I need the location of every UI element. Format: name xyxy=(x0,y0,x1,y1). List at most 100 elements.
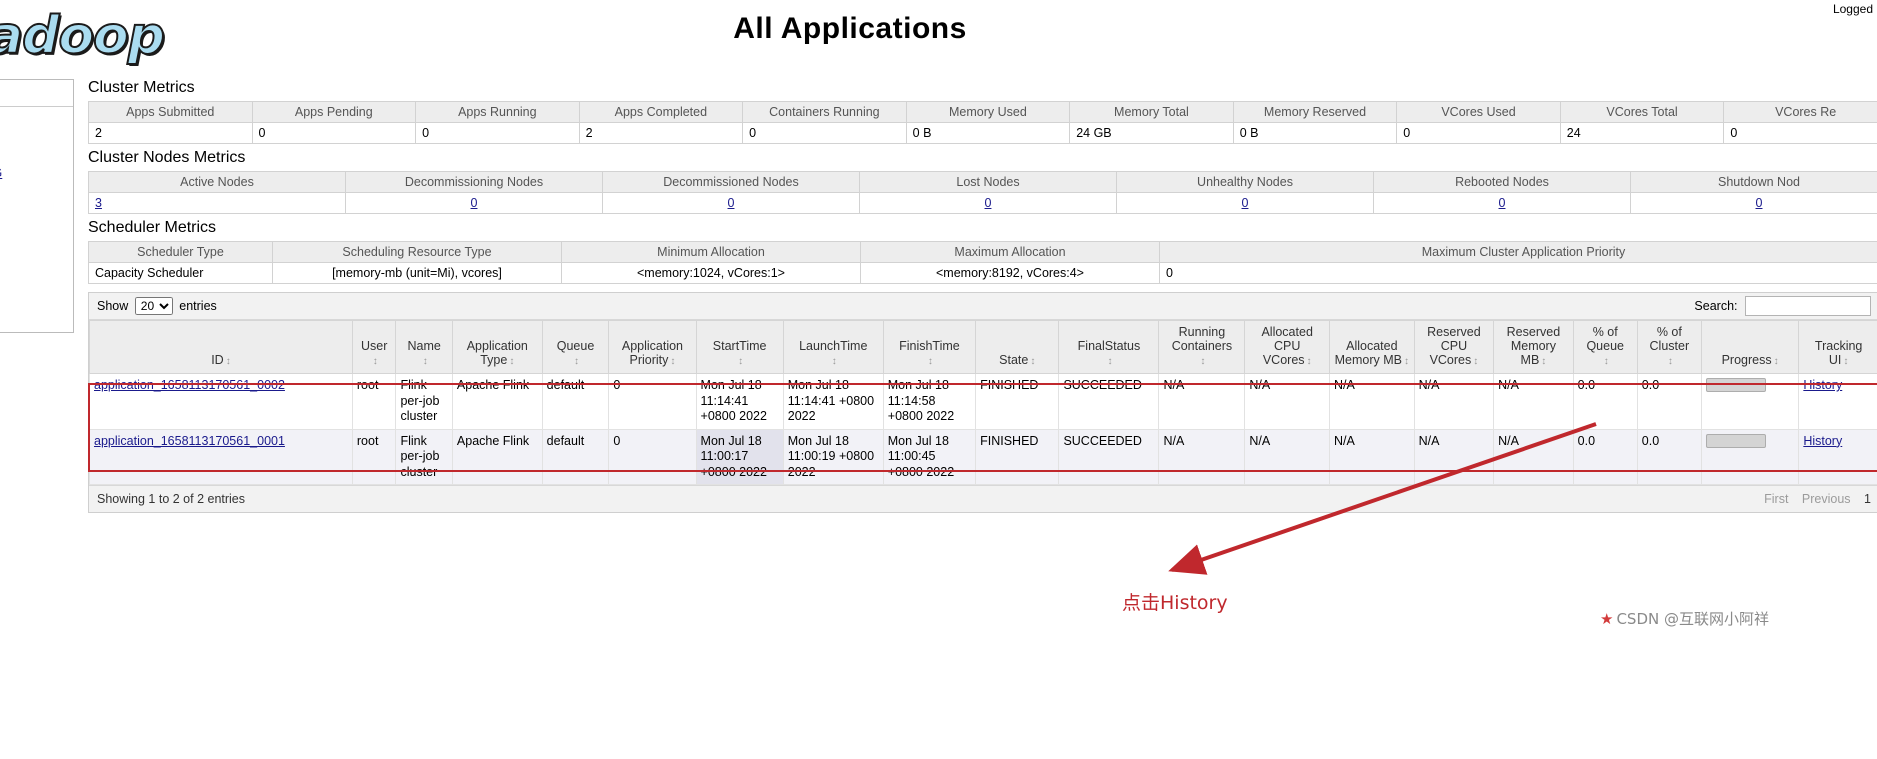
val-decommissioning-nodes[interactable]: 0 xyxy=(345,192,603,214)
pager-previous[interactable]: Previous xyxy=(1802,492,1851,506)
sort-icon[interactable]: ↕ xyxy=(670,356,675,367)
scheduler-metrics-heading: Scheduler Metrics xyxy=(88,219,217,236)
th-allocated-cpu-sub: CPU VCores xyxy=(1262,339,1305,367)
val-shutdown-nodes[interactable]: 0 xyxy=(1630,192,1877,214)
sidebar-item-running[interactable]: NING xyxy=(0,213,65,229)
sidebar-item-new-saving[interactable]: _SAVING xyxy=(0,166,65,182)
sidebar-item-applications[interactable]: ions xyxy=(0,140,65,156)
th-application-type[interactable]: Application Type ↕ xyxy=(451,320,543,374)
th-progress[interactable]: Progress ↕ xyxy=(1700,320,1800,374)
sort-icon[interactable]: ↕ xyxy=(509,356,514,367)
cell-tracking-ui[interactable]: History xyxy=(1798,428,1877,485)
th-starttime[interactable]: StartTime ↕ xyxy=(695,320,784,374)
th-name[interactable]: Name ↕ xyxy=(395,320,453,374)
th-reserved-cpu[interactable]: Reserved CPU VCores ↕ xyxy=(1413,320,1495,374)
th-finishtime[interactable]: FinishTime ↕ xyxy=(882,320,977,374)
link-decommissioning-nodes[interactable]: 0 xyxy=(471,196,478,210)
cell-queue: default xyxy=(541,373,610,430)
pagination[interactable]: First Previous 1 xyxy=(1754,492,1871,506)
sort-icon[interactable]: ↕ xyxy=(423,356,428,367)
sort-icon[interactable]: ↕ xyxy=(1404,356,1409,367)
sort-icon[interactable]: ↕ xyxy=(1473,356,1478,367)
val-unhealthy-nodes[interactable]: 0 xyxy=(1116,192,1374,214)
application-id-link[interactable]: application_1658113170561_0001 xyxy=(94,434,285,448)
link-decommissioned-nodes[interactable]: 0 xyxy=(728,196,735,210)
col-maximum-allocation: Maximum Allocation xyxy=(860,241,1160,263)
val-rebooted-nodes[interactable]: 0 xyxy=(1373,192,1631,214)
sort-icon[interactable]: ↕ xyxy=(738,356,743,367)
page-length-control[interactable]: Show 20 entries xyxy=(97,297,217,315)
sort-icon[interactable]: ↕ xyxy=(1668,356,1673,367)
sort-icon[interactable]: ↕ xyxy=(1774,356,1779,367)
application-id-link[interactable]: application_1658113170561_0002 xyxy=(94,378,285,392)
sort-icon[interactable]: ↕ xyxy=(1107,356,1112,367)
sort-icon[interactable]: ↕ xyxy=(928,356,933,367)
datatable-toolbar: Show 20 entries Search: xyxy=(89,293,1877,320)
col-vcores-reserved: VCores Re xyxy=(1723,101,1877,123)
val-active-nodes[interactable]: 3 xyxy=(88,192,346,214)
table-row[interactable]: application_1658113170561_0002 root Flin… xyxy=(89,373,1877,430)
th-launchtime[interactable]: LaunchTime ↕ xyxy=(782,320,884,374)
th-pct-queue[interactable]: % of Queue ↕ xyxy=(1572,320,1638,374)
search-input[interactable] xyxy=(1745,296,1871,316)
th-id[interactable]: ID ↕ xyxy=(89,320,353,374)
th-application-priority[interactable]: Application Priority ↕ xyxy=(608,320,697,374)
sort-icon[interactable]: ↕ xyxy=(373,356,378,367)
table-row[interactable]: application_1658113170561_0001 root Flin… xyxy=(89,428,1877,485)
sort-icon[interactable]: ↕ xyxy=(1200,356,1205,367)
th-queue[interactable]: Queue ↕ xyxy=(541,320,610,374)
th-reserved-memory[interactable]: Reserved Memory MB ↕ xyxy=(1493,320,1574,374)
link-rebooted-nodes[interactable]: 0 xyxy=(1499,196,1506,210)
link-shutdown-nodes[interactable]: 0 xyxy=(1756,196,1763,210)
sidebar: r bels ions _SAVING MITTED EPTED NING SH… xyxy=(0,79,74,311)
link-unhealthy-nodes[interactable]: 0 xyxy=(1242,196,1249,210)
cell-id[interactable]: application_1658113170561_0001 xyxy=(89,428,353,485)
sidebar-item-node-labels[interactable]: bels xyxy=(0,124,65,140)
pager-first[interactable]: First xyxy=(1764,492,1788,506)
sidebar-item-finished[interactable]: SHED xyxy=(0,229,65,245)
cell-id[interactable]: application_1658113170561_0002 xyxy=(89,373,353,430)
th-finalstatus[interactable]: FinalStatus ↕ xyxy=(1058,320,1160,374)
cell-launchtime: Mon Jul 18 11:14:41 +0800 2022 xyxy=(782,373,884,430)
th-user[interactable]: User ↕ xyxy=(351,320,397,374)
val-lost-nodes[interactable]: 0 xyxy=(859,192,1117,214)
sort-icon[interactable]: ↕ xyxy=(1541,356,1546,367)
th-running-containers[interactable]: Running Containers ↕ xyxy=(1158,320,1246,374)
th-tracking-ui[interactable]: Tracking UI ↕ xyxy=(1798,320,1877,374)
col-vcores-used: VCores Used xyxy=(1396,101,1561,123)
th-pct-cluster[interactable]: % of Cluster ↕ xyxy=(1636,320,1702,374)
th-allocated-cpu[interactable]: Allocated CPU VCores ↕ xyxy=(1244,320,1331,374)
th-allocated-memory[interactable]: Allocated Memory MB ↕ xyxy=(1329,320,1415,374)
col-decommissioning-nodes: Decommissioning Nodes xyxy=(345,171,603,193)
cell-name: Flink per-job cluster xyxy=(395,373,453,430)
link-lost-nodes[interactable]: 0 xyxy=(985,196,992,210)
th-state[interactable]: State ↕ xyxy=(975,320,1060,374)
applications-header-row: ID ↕ User ↕ Name ↕ Application Type ↕ Queue ↕ … xyxy=(89,320,1877,374)
cell-launchtime: Mon Jul 18 11:00:19 +0800 2022 xyxy=(782,428,884,485)
sidebar-item-killed[interactable]: ED xyxy=(0,260,65,276)
cell-tracking-ui[interactable]: History xyxy=(1798,373,1877,430)
sidebar-item-accepted[interactable]: EPTED xyxy=(0,197,65,213)
val-vcores-reserved: 0 xyxy=(1723,122,1877,144)
history-link[interactable]: History xyxy=(1803,378,1842,392)
col-scheduler-type: Scheduler Type xyxy=(88,241,273,263)
history-link[interactable]: History xyxy=(1803,434,1842,448)
sidebar-link-new-saving[interactable]: _SAVING xyxy=(0,166,2,180)
show-label: Show xyxy=(97,299,129,313)
sort-icon[interactable]: ↕ xyxy=(1604,356,1609,367)
pager-page-1[interactable]: 1 xyxy=(1864,492,1871,506)
sidebar-item-submitted[interactable]: MITTED xyxy=(0,182,65,198)
sort-icon[interactable]: ↕ xyxy=(1030,356,1035,367)
val-decommissioned-nodes[interactable]: 0 xyxy=(602,192,860,214)
col-shutdown-nodes: Shutdown Nod xyxy=(1630,171,1877,193)
sidebar-item-failed[interactable]: ED xyxy=(0,244,65,260)
sort-icon[interactable]: ↕ xyxy=(1307,356,1312,367)
sort-icon[interactable]: ↕ xyxy=(226,356,231,367)
sort-icon[interactable]: ↕ xyxy=(832,356,837,367)
page-length-select[interactable]: 20 xyxy=(134,297,173,315)
sort-icon[interactable]: ↕ xyxy=(574,356,579,367)
sort-icon[interactable]: ↕ xyxy=(1843,356,1848,367)
th-launchtime-label: LaunchTime xyxy=(799,339,868,353)
search-control[interactable]: Search: xyxy=(1694,296,1871,316)
link-active-nodes[interactable]: 3 xyxy=(95,196,102,210)
